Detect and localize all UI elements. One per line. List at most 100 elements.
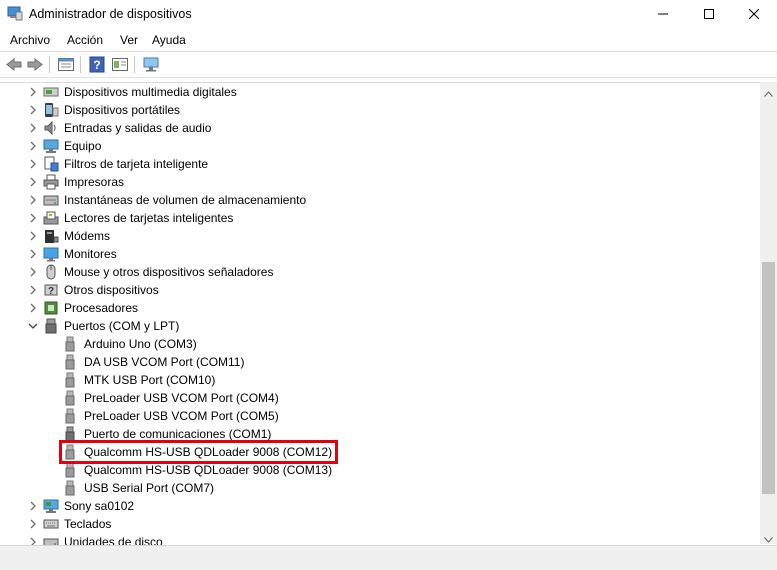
minimize-icon <box>658 13 668 15</box>
tree-port-item[interactable]: PreLoader USB VCOM Port (COM4) <box>0 389 760 407</box>
tree-category-label: Módems <box>64 229 111 243</box>
audio-icon <box>43 120 59 136</box>
tree-category[interactable]: Mouse y otros dispositivos señaladores <box>0 263 760 281</box>
tree-category[interactable]: Dispositivos portátiles <box>0 101 760 119</box>
computer-icon <box>43 498 59 514</box>
tree-category-expanded[interactable]: Puertos (COM y LPT) <box>0 317 760 335</box>
chevron-right-icon[interactable] <box>28 104 38 116</box>
device-manager-icon <box>7 6 23 21</box>
storage-snapshot-icon <box>43 192 59 208</box>
chevron-right-icon[interactable] <box>28 500 38 512</box>
tree-category[interactable]: Filtros de tarjeta inteligente <box>0 155 760 173</box>
tree-category[interactable]: Módems <box>0 227 760 245</box>
tree-category[interactable]: ? Otros dispositivos <box>0 281 760 299</box>
tree-category[interactable]: Dispositivos multimedia digitales <box>0 83 760 101</box>
view-icon[interactable] <box>111 56 129 73</box>
tree-category-label: Puertos (COM y LPT) <box>64 319 180 333</box>
port-device-icon <box>62 462 78 478</box>
svg-text:?: ? <box>93 58 100 72</box>
tree-port-item[interactable]: DA USB VCOM Port (COM11) <box>0 353 760 371</box>
tree-category-label: Lectores de tarjetas inteligentes <box>64 211 234 225</box>
forward-icon[interactable] <box>26 56 44 73</box>
tree-category[interactable]: Equipo <box>0 137 760 155</box>
menu-accion[interactable]: Acción <box>67 33 103 47</box>
chevron-right-icon[interactable] <box>28 284 38 296</box>
toolbar-separator <box>80 56 81 73</box>
tree-category[interactable]: Procesadores <box>0 299 760 317</box>
tree-category[interactable]: Lectores de tarjetas inteligentes <box>0 209 760 227</box>
processor-icon <box>43 300 59 316</box>
tree-category[interactable]: Teclados <box>0 515 760 533</box>
tree-category[interactable]: Impresoras <box>0 173 760 191</box>
scroll-up-icon[interactable] <box>764 86 773 100</box>
portable-device-icon <box>43 102 59 118</box>
monitor-icon <box>43 246 59 262</box>
chevron-right-icon[interactable] <box>28 140 38 152</box>
chevron-right-icon[interactable] <box>28 122 38 134</box>
tree-category-label: Filtros de tarjeta inteligente <box>64 157 209 171</box>
menu-archivo[interactable]: Archivo <box>10 33 50 47</box>
tree-category-label: Monitores <box>64 247 117 261</box>
tree-category[interactable]: Entradas y salidas de audio <box>0 119 760 137</box>
vertical-scrollbar[interactable] <box>760 82 777 544</box>
tree-port-item[interactable]: MTK USB Port (COM10) <box>0 371 760 389</box>
chevron-right-icon[interactable] <box>28 158 38 170</box>
scroll-down-icon[interactable] <box>764 532 773 546</box>
chevron-right-icon[interactable] <box>28 176 38 188</box>
title-bar: Administrador de dispositivos <box>0 0 777 28</box>
tree-category[interactable]: Instantáneas de volumen de almacenamient… <box>0 191 760 209</box>
port-device-icon <box>62 372 78 388</box>
chevron-right-icon[interactable] <box>28 194 38 206</box>
maximize-button[interactable] <box>686 0 732 28</box>
chevron-right-icon[interactable] <box>28 212 38 224</box>
tree-port-label: Qualcomm HS-USB QDLoader 9008 (COM13) <box>84 463 333 477</box>
tree-port-item[interactable]: USB Serial Port (COM7) <box>0 479 760 497</box>
close-button[interactable] <box>731 0 777 28</box>
scan-hardware-icon[interactable] <box>142 56 160 73</box>
device-tree[interactable]: Dispositivos multimedia digitales Dispos… <box>0 82 760 545</box>
chevron-right-icon[interactable] <box>28 302 38 314</box>
disk-drive-icon <box>43 534 59 545</box>
tree-port-label: Arduino Uno (COM3) <box>84 337 197 351</box>
scrollbar-thumb[interactable] <box>762 262 775 494</box>
modem-icon <box>43 228 59 244</box>
tree-category-label: Entradas y salidas de audio <box>64 121 212 135</box>
toolbar-separator <box>134 56 135 73</box>
toolbar: ? <box>0 52 777 78</box>
tree-port-item[interactable]: Arduino Uno (COM3) <box>0 335 760 353</box>
chevron-right-icon[interactable] <box>28 86 38 98</box>
tree-category-label: Teclados <box>64 517 112 531</box>
properties-icon[interactable] <box>57 56 75 73</box>
window-title: Administrador de dispositivos <box>29 7 192 21</box>
help-icon[interactable]: ? <box>88 56 106 73</box>
chevron-right-icon[interactable] <box>28 518 38 530</box>
tree-port-item[interactable]: PreLoader USB VCOM Port (COM5) <box>0 407 760 425</box>
chevron-right-icon[interactable] <box>28 248 38 260</box>
multimedia-device-icon <box>43 84 59 100</box>
port-device-icon <box>62 354 78 370</box>
tree-category[interactable]: Sony sa0102 <box>0 497 760 515</box>
tree-category-label: Otros dispositivos <box>64 283 159 297</box>
tree-category-label: Mouse y otros dispositivos señaladores <box>64 265 274 279</box>
port-device-icon <box>62 336 78 352</box>
mouse-icon <box>43 264 59 280</box>
minimize-button[interactable] <box>640 0 686 28</box>
chevron-right-icon[interactable] <box>28 230 38 242</box>
maximize-icon <box>704 9 714 19</box>
chevron-right-icon[interactable] <box>28 266 38 278</box>
smartcard-filter-icon <box>43 156 59 172</box>
port-icon <box>43 318 59 334</box>
tree-category[interactable]: Unidades de disco <box>0 533 760 545</box>
chevron-right-icon[interactable] <box>28 536 38 545</box>
highlight-box <box>59 440 338 464</box>
computer-icon <box>43 138 59 154</box>
menu-bar: Archivo Acción Ver Ayuda <box>0 29 777 52</box>
menu-ver[interactable]: Ver <box>120 33 138 47</box>
tree-port-label: MTK USB Port (COM10) <box>84 373 216 387</box>
svg-text:?: ? <box>48 286 54 297</box>
back-icon[interactable] <box>5 56 23 73</box>
chevron-down-icon[interactable] <box>28 320 38 332</box>
menu-ayuda[interactable]: Ayuda <box>152 33 186 47</box>
tree-category[interactable]: Monitores <box>0 245 760 263</box>
tree-port-label: USB Serial Port (COM7) <box>84 481 215 495</box>
